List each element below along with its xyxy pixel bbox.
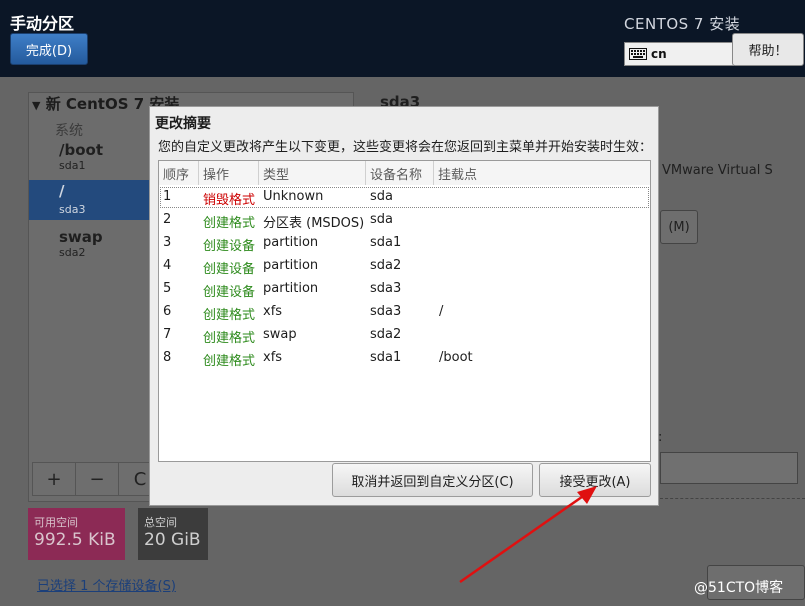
storage-devices-link[interactable]: 已选择 1 个存储设备(S) (37, 575, 176, 594)
column-header-mount[interactable]: 挂载点 (434, 161, 650, 185)
cell-action: 创建设备 (203, 262, 256, 277)
keyboard-icon (629, 48, 647, 60)
partition-toolbar: + − C (32, 462, 162, 496)
keyboard-layout-label: cn (651, 47, 667, 61)
available-space-value: 992.5 KiB (34, 530, 116, 550)
partition-device: sda2 (59, 246, 86, 259)
cell-type: 分区表 (MSDOS) (263, 216, 365, 231)
partition-item-boot[interactable]: /boot sda1 (59, 141, 103, 172)
partition-item-swap[interactable]: swap sda2 (59, 228, 103, 259)
partition-device: sda3 (59, 203, 86, 216)
remove-partition-button[interactable]: − (76, 463, 119, 495)
cell-action: 创建格式 (203, 331, 256, 346)
annotation-arrow (459, 486, 597, 584)
partition-device: sda1 (59, 159, 86, 172)
cell-order: 3 (163, 235, 172, 250)
cell-device: sda (370, 212, 393, 227)
cell-order: 4 (163, 258, 172, 273)
cell-device: sda (370, 189, 393, 204)
cell-device: sda2 (370, 327, 402, 342)
cell-type: xfs (263, 350, 283, 365)
install-title: CENTOS 7 安装 (624, 15, 741, 33)
partition-mount: /boot (59, 141, 103, 159)
partition-mount: / (59, 182, 65, 200)
dialog-title: 更改摘要 (155, 116, 211, 132)
column-header-action[interactable]: 操作 (199, 161, 259, 185)
cell-device: sda3 (370, 281, 402, 296)
right-text-field[interactable] (660, 452, 798, 484)
available-space-label: 可用空间 (34, 516, 78, 529)
total-space-label: 总空间 (144, 516, 177, 529)
keyboard-layout-indicator[interactable]: cn (624, 42, 734, 66)
expander-triangle-icon: ▼ (32, 99, 41, 112)
modify-button[interactable]: (M) (660, 210, 698, 244)
table-row[interactable]: 8 创建格式 xfs sda1/boot (159, 347, 650, 370)
cell-type: partition (263, 258, 319, 273)
cell-device: sda1 (370, 350, 402, 365)
total-space-box: 总空间 20 GiB (138, 508, 208, 560)
add-partition-button[interactable]: + (33, 463, 76, 495)
cell-type: Unknown (263, 189, 324, 204)
cell-type: xfs (263, 304, 283, 319)
system-group-label: 系统 (55, 123, 83, 139)
cell-type: swap (263, 327, 297, 342)
table-row[interactable]: 2 创建格式 分区表 (MSDOS) sda (159, 209, 650, 232)
column-header-device[interactable]: 设备名称 (366, 161, 434, 185)
cell-device: sda3 (370, 304, 402, 319)
column-header-type[interactable]: 类型 (259, 161, 366, 185)
watermark: @51CTO博客 (694, 580, 784, 596)
cell-action: 创建格式 (203, 354, 256, 369)
column-header-order[interactable]: 顺序 (159, 161, 199, 185)
cell-order: 5 (163, 281, 172, 296)
divider (660, 498, 805, 499)
cell-mount: /boot (439, 350, 473, 365)
cell-device: sda1 (370, 235, 402, 250)
table-row[interactable]: 3 创建设备 partition sda1 (159, 232, 650, 255)
table-row[interactable]: 1 销毁格式 Unknown sda (159, 186, 650, 209)
cell-order: 8 (163, 350, 172, 365)
table-row[interactable]: 7 创建格式 swap sda2 (159, 324, 650, 347)
table-row[interactable]: 5 创建设备 partition sda3 (159, 278, 650, 301)
cell-action: 销毁格式 (203, 193, 256, 208)
available-space-box: 可用空间 992.5 KiB (28, 508, 125, 560)
cell-mount: / (439, 304, 444, 319)
cell-order: 2 (163, 212, 172, 227)
table-row[interactable]: 4 创建设备 partition sda2 (159, 255, 650, 278)
cell-action: 创建格式 (203, 216, 256, 231)
table-row[interactable]: 6 创建格式 xfs sda3 / (159, 301, 650, 324)
total-space-value: 20 GiB (144, 530, 201, 550)
cell-action: 创建格式 (203, 308, 256, 323)
cell-order: 6 (163, 304, 172, 319)
cell-order: 7 (163, 327, 172, 342)
cell-action: 创建设备 (203, 239, 256, 254)
cell-type: partition (263, 235, 319, 250)
cell-order: 1 (163, 189, 172, 204)
page-title: 手动分区 (10, 14, 75, 33)
cell-type: partition (263, 281, 319, 296)
cell-device: sda2 (370, 258, 402, 273)
done-button[interactable]: 完成(D) (10, 33, 88, 65)
help-button[interactable]: 帮助！ (732, 33, 804, 66)
dialog-message: 您的自定义更改将产生以下变更，这些变更将会在您返回到主菜单并开始安装时生效： (158, 140, 653, 155)
partition-mount: swap (59, 228, 103, 246)
device-description: VMware Virtual S (662, 163, 773, 178)
cell-action: 创建设备 (203, 285, 256, 300)
